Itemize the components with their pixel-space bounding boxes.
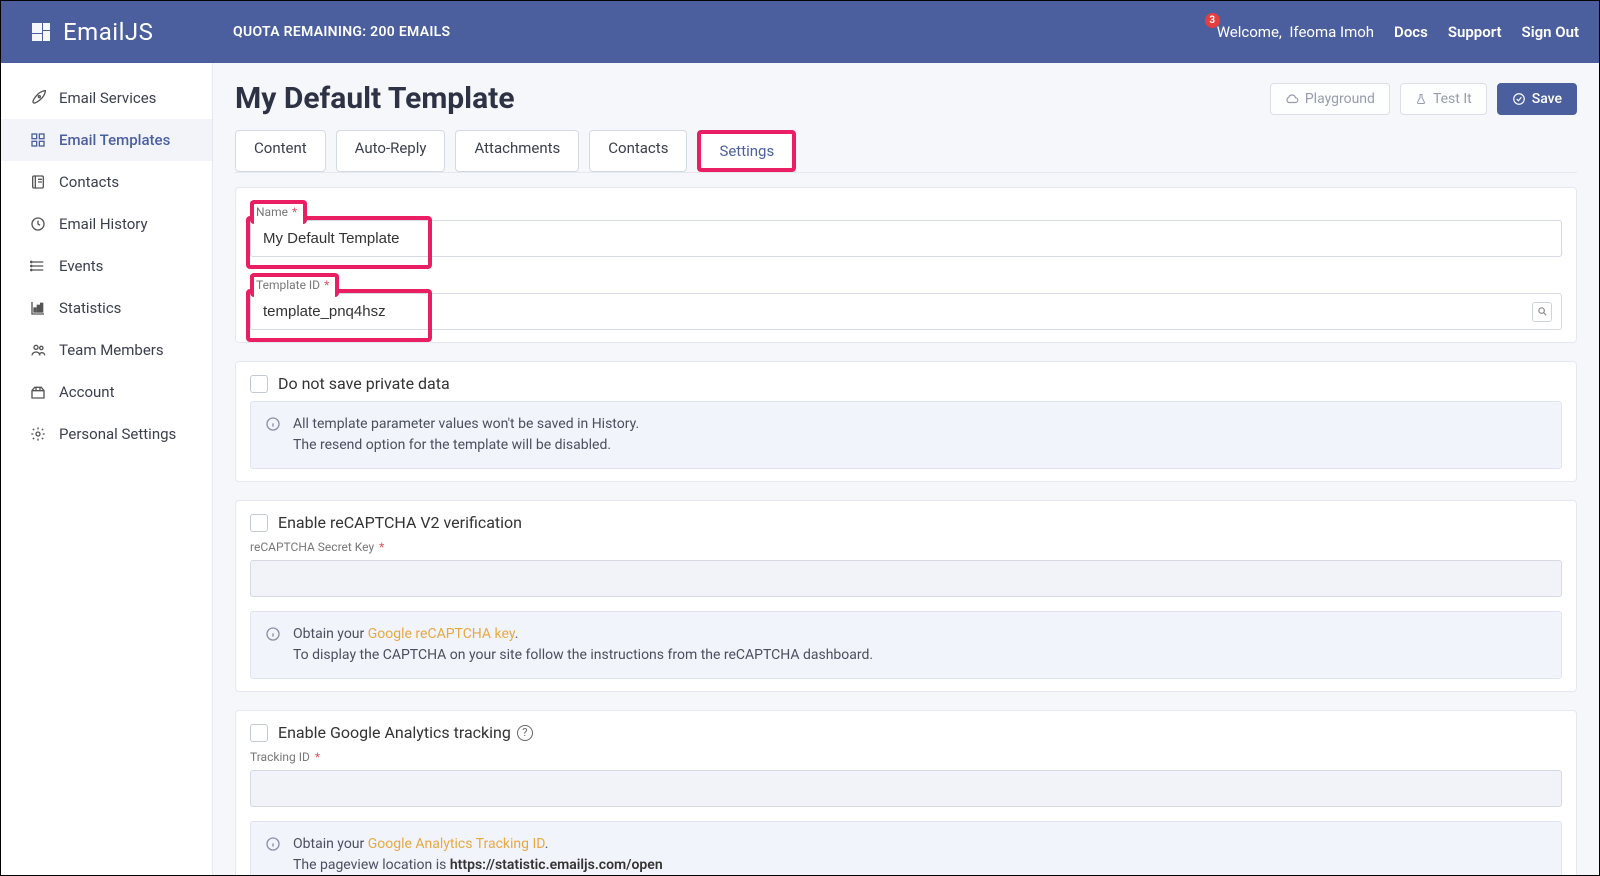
sidebar-item-label: Email Services xyxy=(59,89,156,107)
sidebar-item-events[interactable]: Events xyxy=(1,245,212,287)
recaptcha-checkbox[interactable] xyxy=(250,514,268,532)
events-icon xyxy=(29,258,47,274)
sidebar-item-label: Contacts xyxy=(59,173,119,191)
notification-badge[interactable]: 3 xyxy=(1205,13,1220,28)
contacts-icon xyxy=(29,174,47,190)
tab-autoreply[interactable]: Auto-Reply xyxy=(336,130,446,172)
quota-text: QUOTA REMAINING: 200 EMAILS xyxy=(233,24,450,40)
brand[interactable]: EmailJS xyxy=(1,1,213,63)
history-icon xyxy=(29,216,47,232)
recaptcha-key-link[interactable]: Google reCAPTCHA key xyxy=(368,626,515,642)
ga-id-input[interactable] xyxy=(250,770,1562,807)
sidebar-item-services[interactable]: Email Services xyxy=(1,77,212,119)
save-button[interactable]: Save xyxy=(1497,83,1577,115)
required-mark: * xyxy=(379,540,384,554)
cloud-icon xyxy=(1285,92,1299,106)
sidebar-item-personal[interactable]: Personal Settings xyxy=(1,413,212,455)
gear-icon xyxy=(29,426,47,442)
info-icon xyxy=(265,836,281,852)
private-data-label: Do not save private data xyxy=(278,374,450,393)
template-id-label: Template ID xyxy=(256,278,320,292)
ga-id-link[interactable]: Google Analytics Tracking ID xyxy=(368,836,545,852)
info-icon xyxy=(265,416,281,432)
highlight-annotation: Settings xyxy=(697,130,796,172)
panel-identity: Name * Template ID * xyxy=(235,187,1577,343)
account-icon xyxy=(29,384,47,400)
sidebar-item-statistics[interactable]: Statistics xyxy=(1,287,212,329)
sidebar-item-label: Personal Settings xyxy=(59,425,176,443)
playground-button[interactable]: Playground xyxy=(1270,83,1390,115)
info-private-data: All template parameter values won't be s… xyxy=(250,401,1562,469)
required-mark: * xyxy=(292,205,297,219)
required-mark: * xyxy=(324,278,329,292)
topbar: EmailJS QUOTA REMAINING: 200 EMAILS 3 We… xyxy=(1,1,1599,63)
recaptcha-label: Enable reCAPTCHA V2 verification xyxy=(278,513,522,532)
sidebar-item-contacts[interactable]: Contacts xyxy=(1,161,212,203)
sidebar-item-account[interactable]: Account xyxy=(1,371,212,413)
ga-checkbox[interactable] xyxy=(250,724,268,742)
required-mark: * xyxy=(315,750,320,764)
highlight-annotation: Template ID * xyxy=(250,273,339,297)
tab-attachments[interactable]: Attachments xyxy=(455,130,579,172)
sidebar-item-label: Email Templates xyxy=(59,131,170,149)
info-recaptcha: Obtain your Google reCAPTCHA key. To dis… xyxy=(250,611,1562,679)
info-icon xyxy=(265,626,281,642)
recaptcha-key-input[interactable] xyxy=(250,560,1562,597)
name-input[interactable] xyxy=(250,220,1562,257)
private-data-checkbox[interactable] xyxy=(250,375,268,393)
docs-link[interactable]: Docs xyxy=(1394,23,1428,41)
panel-ga: Enable Google Analytics tracking ? Track… xyxy=(235,710,1577,875)
sidebar-item-team[interactable]: Team Members xyxy=(1,329,212,371)
panel-recaptcha: Enable reCAPTCHA V2 verification reCAPTC… xyxy=(235,500,1577,692)
sidebar-item-label: Team Members xyxy=(59,341,164,359)
chart-icon xyxy=(29,300,47,316)
sidebar-item-label: Email History xyxy=(59,215,148,233)
signout-link[interactable]: Sign Out xyxy=(1522,23,1579,41)
sidebar-item-templates[interactable]: Email Templates xyxy=(1,119,212,161)
brand-logo-icon xyxy=(29,20,53,44)
support-link[interactable]: Support xyxy=(1448,23,1502,41)
flask-icon xyxy=(1415,92,1427,106)
test-button[interactable]: Test It xyxy=(1400,83,1487,115)
tab-content[interactable]: Content xyxy=(235,130,326,172)
tab-contacts[interactable]: Contacts xyxy=(589,130,687,172)
lookup-icon[interactable] xyxy=(1532,302,1552,322)
tab-settings[interactable]: Settings xyxy=(701,134,792,168)
highlight-annotation: Name * xyxy=(250,200,307,224)
ga-id-label: Tracking ID xyxy=(250,750,310,764)
sidebar-item-label: Statistics xyxy=(59,299,121,317)
info-ga: Obtain your Google Analytics Tracking ID… xyxy=(250,821,1562,875)
templates-icon xyxy=(29,132,47,148)
ga-label: Enable Google Analytics tracking ? xyxy=(278,723,533,742)
welcome-user[interactable]: 3 Welcome, Ifeoma Imoh xyxy=(1217,23,1374,41)
recaptcha-key-label: reCAPTCHA Secret Key xyxy=(250,540,374,554)
page-title: My Default Template xyxy=(235,81,515,116)
sidebar-item-label: Account xyxy=(59,383,115,401)
rocket-icon xyxy=(29,90,47,106)
help-icon[interactable]: ? xyxy=(517,725,533,741)
brand-name: EmailJS xyxy=(63,18,153,46)
template-id-input[interactable] xyxy=(250,293,1562,330)
team-icon xyxy=(29,342,47,358)
sidebar: Email Services Email Templates Contacts … xyxy=(1,63,213,875)
check-circle-icon xyxy=(1512,92,1526,106)
sidebar-item-label: Events xyxy=(59,257,103,275)
name-label: Name xyxy=(256,205,288,219)
tabs: Content Auto-Reply Attachments Contacts … xyxy=(235,130,1577,173)
panel-private-data: Do not save private data All template pa… xyxy=(235,361,1577,482)
main-content: My Default Template Playground Test It S… xyxy=(213,63,1599,875)
sidebar-item-history[interactable]: Email History xyxy=(1,203,212,245)
